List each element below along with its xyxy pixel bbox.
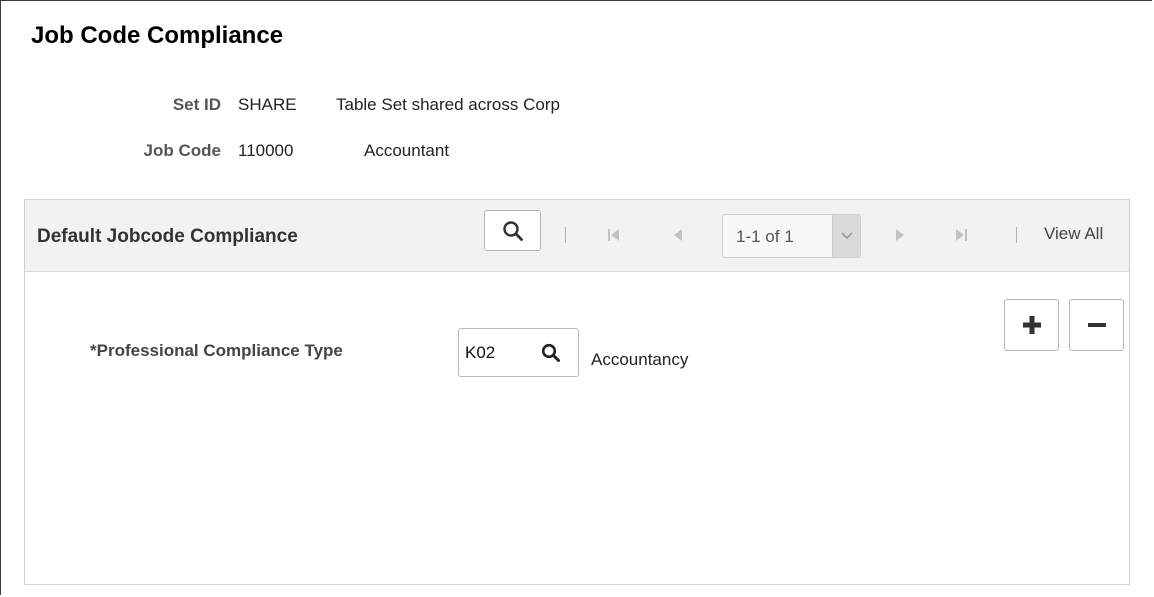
plus-icon bbox=[1022, 316, 1041, 334]
professional-compliance-type-label: *Professional Compliance Type bbox=[90, 341, 343, 360]
toolbar-separator bbox=[1016, 227, 1017, 243]
next-page-icon[interactable] bbox=[894, 227, 906, 246]
first-page-icon[interactable] bbox=[607, 227, 621, 246]
chevron-down-icon bbox=[840, 232, 853, 240]
grid-header: Default Jobcode Compliance 1-1 of 1 View… bbox=[25, 200, 1129, 272]
lookup-button[interactable] bbox=[541, 343, 561, 368]
pager-text: 1-1 of 1 bbox=[736, 227, 794, 246]
pager-select[interactable]: 1-1 of 1 bbox=[722, 214, 861, 258]
grid-title: Default Jobcode Compliance bbox=[37, 226, 298, 247]
pager-dropdown-button[interactable] bbox=[832, 215, 860, 257]
grid-search-button[interactable] bbox=[484, 210, 541, 251]
last-page-icon[interactable] bbox=[954, 227, 968, 246]
search-icon bbox=[502, 220, 523, 241]
set-id-value: SHARE bbox=[238, 95, 297, 114]
search-icon bbox=[541, 343, 560, 362]
job-code-value: 110000 bbox=[238, 141, 294, 160]
job-code-description: Accountant bbox=[364, 141, 450, 160]
add-row-button[interactable] bbox=[1004, 299, 1059, 351]
toolbar-separator bbox=[565, 227, 566, 243]
professional-compliance-type-input[interactable]: K02 bbox=[458, 328, 579, 377]
page-title: Job Code Compliance bbox=[31, 22, 284, 49]
set-id-description: Table Set shared across Corp bbox=[336, 95, 560, 114]
minus-icon bbox=[1087, 323, 1106, 327]
view-all-link[interactable]: View All bbox=[1044, 224, 1103, 244]
previous-page-icon[interactable] bbox=[672, 227, 684, 246]
set-id-label: Set ID bbox=[172, 95, 221, 114]
compliance-type-description: Accountancy bbox=[591, 350, 689, 369]
default-jobcode-compliance-panel: Default Jobcode Compliance 1-1 of 1 View… bbox=[24, 199, 1130, 585]
compliance-type-value: K02 bbox=[465, 343, 496, 362]
delete-row-button[interactable] bbox=[1069, 299, 1124, 351]
job-code-label: Job Code bbox=[143, 141, 221, 160]
